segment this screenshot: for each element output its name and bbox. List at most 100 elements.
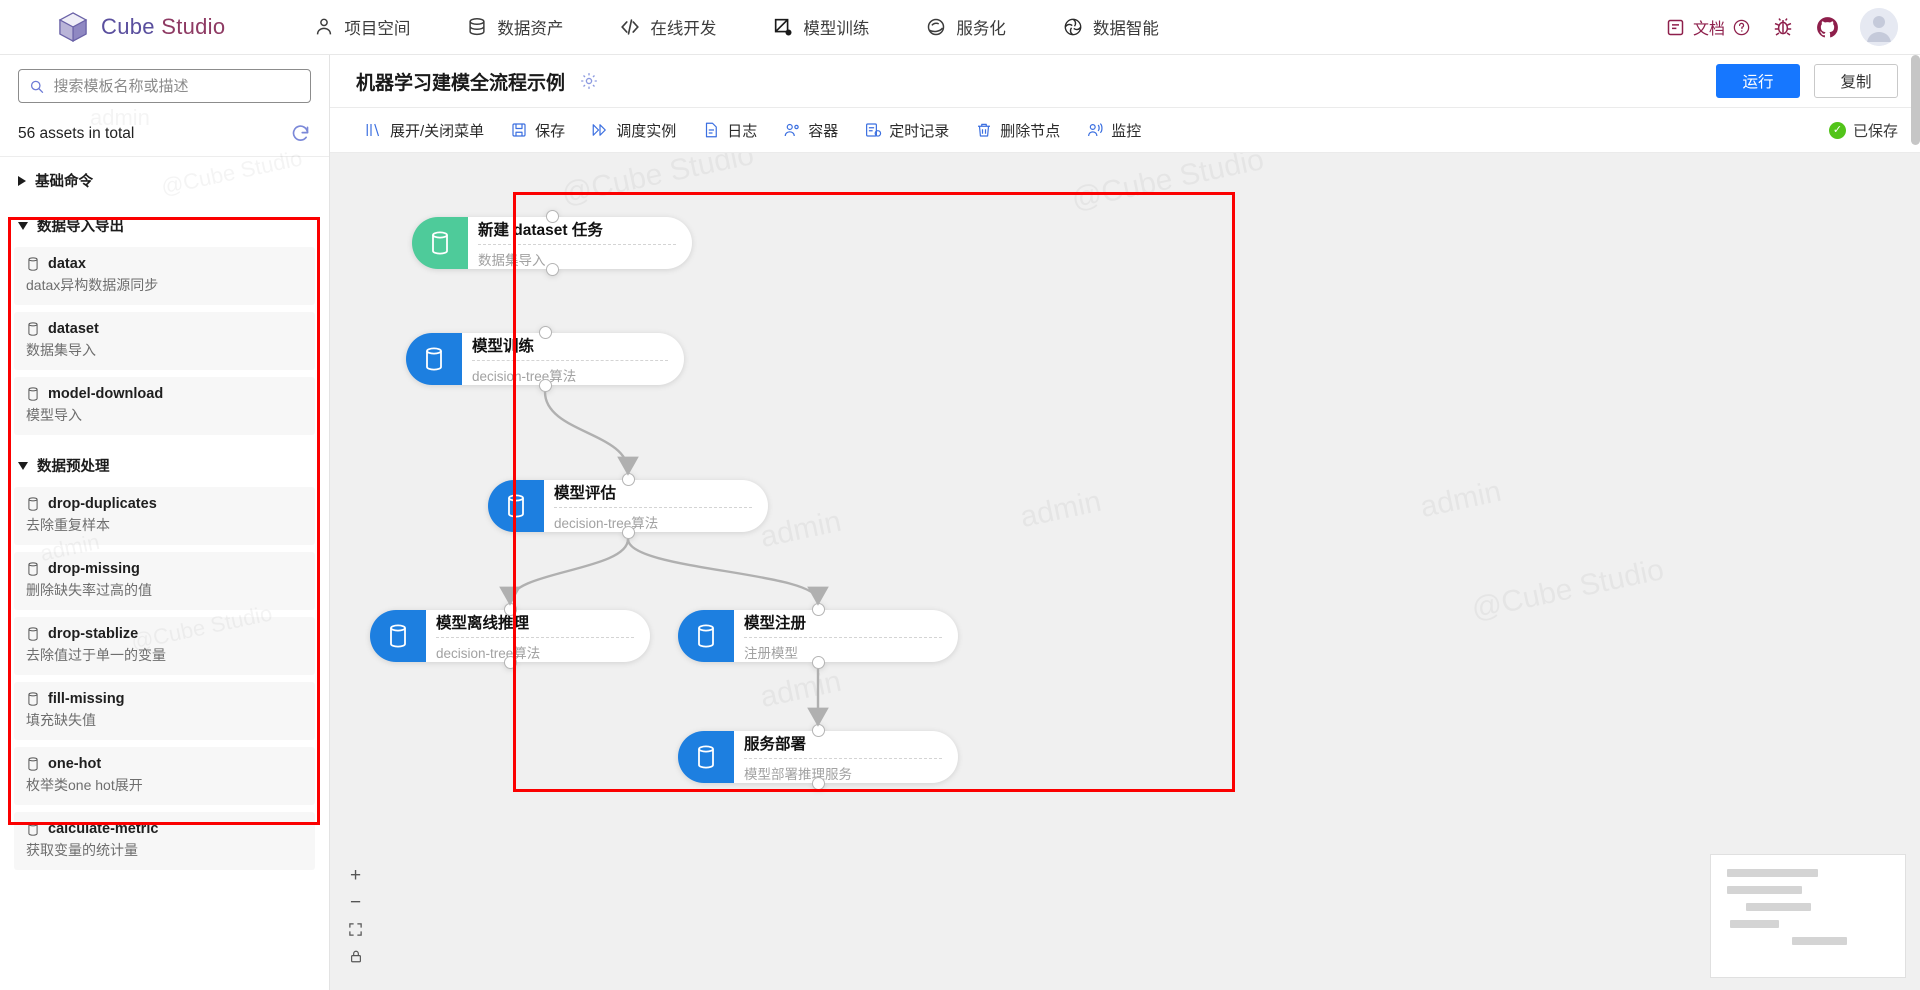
asset-name-label: calculate-metric [48, 821, 159, 837]
asset-card-drop-duplicates[interactable]: drop-duplicates 去除重复样本 [14, 487, 315, 545]
toolbar-menu-toggle[interactable]: 展开/关闭菜单 [352, 108, 497, 153]
check-circle-icon: ✓ [1828, 121, 1846, 139]
asset-name-row: fill-missing [26, 691, 303, 707]
asset-template-list[interactable]: 基础命令 数据导入导出 datax datax异构数据源同步 dataset 数据集导入 m… [0, 157, 329, 990]
database-item-icon [28, 757, 38, 771]
toolbar-label: 定时记录 [889, 122, 950, 140]
asset-card-drop-stablize[interactable]: drop-stablize 去除值过于单一的变量 [14, 617, 315, 675]
lock-button[interactable] [342, 943, 369, 970]
asset-name-row: dataset [26, 321, 303, 337]
nav-label: 模型训练 [803, 20, 870, 38]
asset-name-label: datax [48, 256, 86, 272]
asset-card-model-download[interactable]: model-download 模型导入 [14, 377, 315, 435]
nav-item-model-training[interactable]: 模型训练 [744, 0, 897, 55]
asset-card-calculate-metric[interactable]: calculate-metric 获取变量的统计量 [14, 812, 315, 870]
asset-name-label: fill-missing [48, 691, 125, 707]
container-icon [784, 123, 799, 137]
enterprise-icon [1667, 19, 1684, 35]
toolbar-monitor[interactable]: 监控 [1073, 108, 1154, 153]
asset-desc-label: 枚举类one hot展开 [26, 777, 143, 793]
toolbar-trash[interactable]: 删除节点 [962, 108, 1073, 153]
avatar-glyph-icon [1860, 8, 1898, 46]
openai-icon [1064, 18, 1082, 36]
search-box[interactable] [18, 69, 311, 103]
refresh-icon[interactable] [290, 123, 311, 144]
schedule-record-icon [866, 123, 882, 137]
minimap-node [1746, 903, 1812, 911]
toolbar-label: 监控 [1111, 122, 1142, 140]
database-item-icon [28, 692, 38, 706]
log-icon [706, 122, 718, 138]
asset-name-label: drop-duplicates [48, 496, 157, 512]
toolbar-label: 删除节点 [1000, 122, 1061, 140]
toolbar-fast-forward[interactable]: 调度实例 [578, 108, 689, 153]
brand-logo-area[interactable]: Cube Studio [0, 10, 225, 44]
asset-desc-label: 获取变量的统计量 [26, 842, 138, 858]
asset-desc-label: 模型导入 [26, 407, 82, 423]
main-panel: 机器学习建模全流程示例 运行 复制 展开/关闭菜单 保存 调度实例 日志 容器 定时记录 删… [330, 55, 1920, 990]
minimap-node [1730, 920, 1779, 928]
edge-n2-n3[interactable] [543, 391, 639, 476]
toolbar-label: 容器 [808, 122, 839, 140]
asset-card-dataset[interactable]: dataset 数据集导入 [14, 312, 315, 370]
toolbar-schedule-record[interactable]: 定时记录 [851, 108, 962, 153]
gear-icon[interactable] [579, 71, 599, 91]
assets-total-label: 56 assets in total [18, 124, 135, 142]
docs-link[interactable]: 文档 [1665, 15, 1751, 39]
assets-summary-row: 56 assets in total [0, 115, 329, 157]
database-item-icon [28, 322, 38, 336]
nav-item-data-intelligence[interactable]: 数据智能 [1034, 0, 1187, 55]
asset-group-header[interactable]: 数据预处理 [14, 442, 315, 487]
run-button[interactable]: 运行 [1716, 64, 1800, 98]
cube-logo-icon [58, 12, 88, 43]
zoom-out-button[interactable]: − [342, 889, 369, 916]
minimap-node [1791, 937, 1847, 945]
zoom-in-button[interactable]: + [342, 862, 369, 889]
nav-item-project-space[interactable]: 项目空间 [285, 0, 438, 55]
search-row [0, 55, 329, 115]
database-item-icon [28, 497, 38, 511]
fit-screen-button[interactable] [342, 916, 369, 943]
toolbar-log[interactable]: 日志 [689, 108, 770, 153]
toolbar-container[interactable]: 容器 [770, 108, 851, 153]
asset-name-label: drop-missing [48, 561, 140, 577]
asset-group-header[interactable]: 基础命令 [14, 157, 315, 202]
github-icon[interactable] [1815, 15, 1840, 40]
asset-name-label: dataset [48, 321, 99, 337]
docs-label: 文档 [1692, 21, 1725, 38]
edge-n3-n5[interactable] [626, 538, 829, 606]
asset-name-label: drop-stablize [48, 626, 139, 642]
minimap-node [1727, 886, 1802, 894]
toolbar-label: 展开/关闭菜单 [390, 122, 485, 140]
asset-name-row: drop-duplicates [26, 496, 303, 512]
nav-item-online-dev[interactable]: 在线开发 [591, 0, 744, 55]
user-avatar[interactable] [1860, 8, 1898, 46]
asset-card-datax[interactable]: datax datax异构数据源同步 [14, 247, 315, 305]
asset-name-row: one-hot [26, 756, 303, 772]
nav-item-serving[interactable]: 服务化 [897, 0, 1034, 55]
chevron-down-icon [18, 461, 28, 470]
nav-label: 在线开发 [650, 20, 717, 38]
nav-item-data-assets[interactable]: 数据资产 [438, 0, 591, 55]
question-circle-icon[interactable] [1732, 18, 1751, 37]
asset-name-label: one-hot [48, 756, 102, 772]
asset-name-row: calculate-metric [26, 821, 303, 837]
database-icon [469, 18, 486, 36]
pipeline-canvas[interactable]: @Cube Studio @Cube Studio admin admin ad… [330, 153, 1920, 990]
database-item-icon [28, 257, 38, 271]
page-scrollbar[interactable] [1911, 55, 1920, 145]
asset-card-one-hot[interactable]: one-hot 枚举类one hot展开 [14, 747, 315, 805]
users-icon [317, 18, 332, 35]
asset-card-fill-missing[interactable]: fill-missing 填充缺失值 [14, 682, 315, 740]
bug-icon[interactable] [1771, 15, 1795, 39]
pipeline-title-bar: 机器学习建模全流程示例 运行 复制 [330, 55, 1920, 108]
topnav-right-actions: 文档 [1665, 8, 1920, 46]
top-navigation-bar: Cube Studio 项目空间 数据资产 在线开发 模型训练 服务化 数据智能… [0, 0, 1920, 55]
edge-n3-n4[interactable] [499, 538, 630, 606]
canvas-minimap[interactable] [1710, 854, 1906, 978]
toolbar-save[interactable]: 保存 [497, 108, 578, 153]
asset-card-drop-missing[interactable]: drop-missing 删除缺失率过高的值 [14, 552, 315, 610]
search-input[interactable] [53, 77, 300, 95]
asset-group-header[interactable]: 数据导入导出 [14, 202, 315, 247]
copy-button[interactable]: 复制 [1814, 64, 1898, 98]
